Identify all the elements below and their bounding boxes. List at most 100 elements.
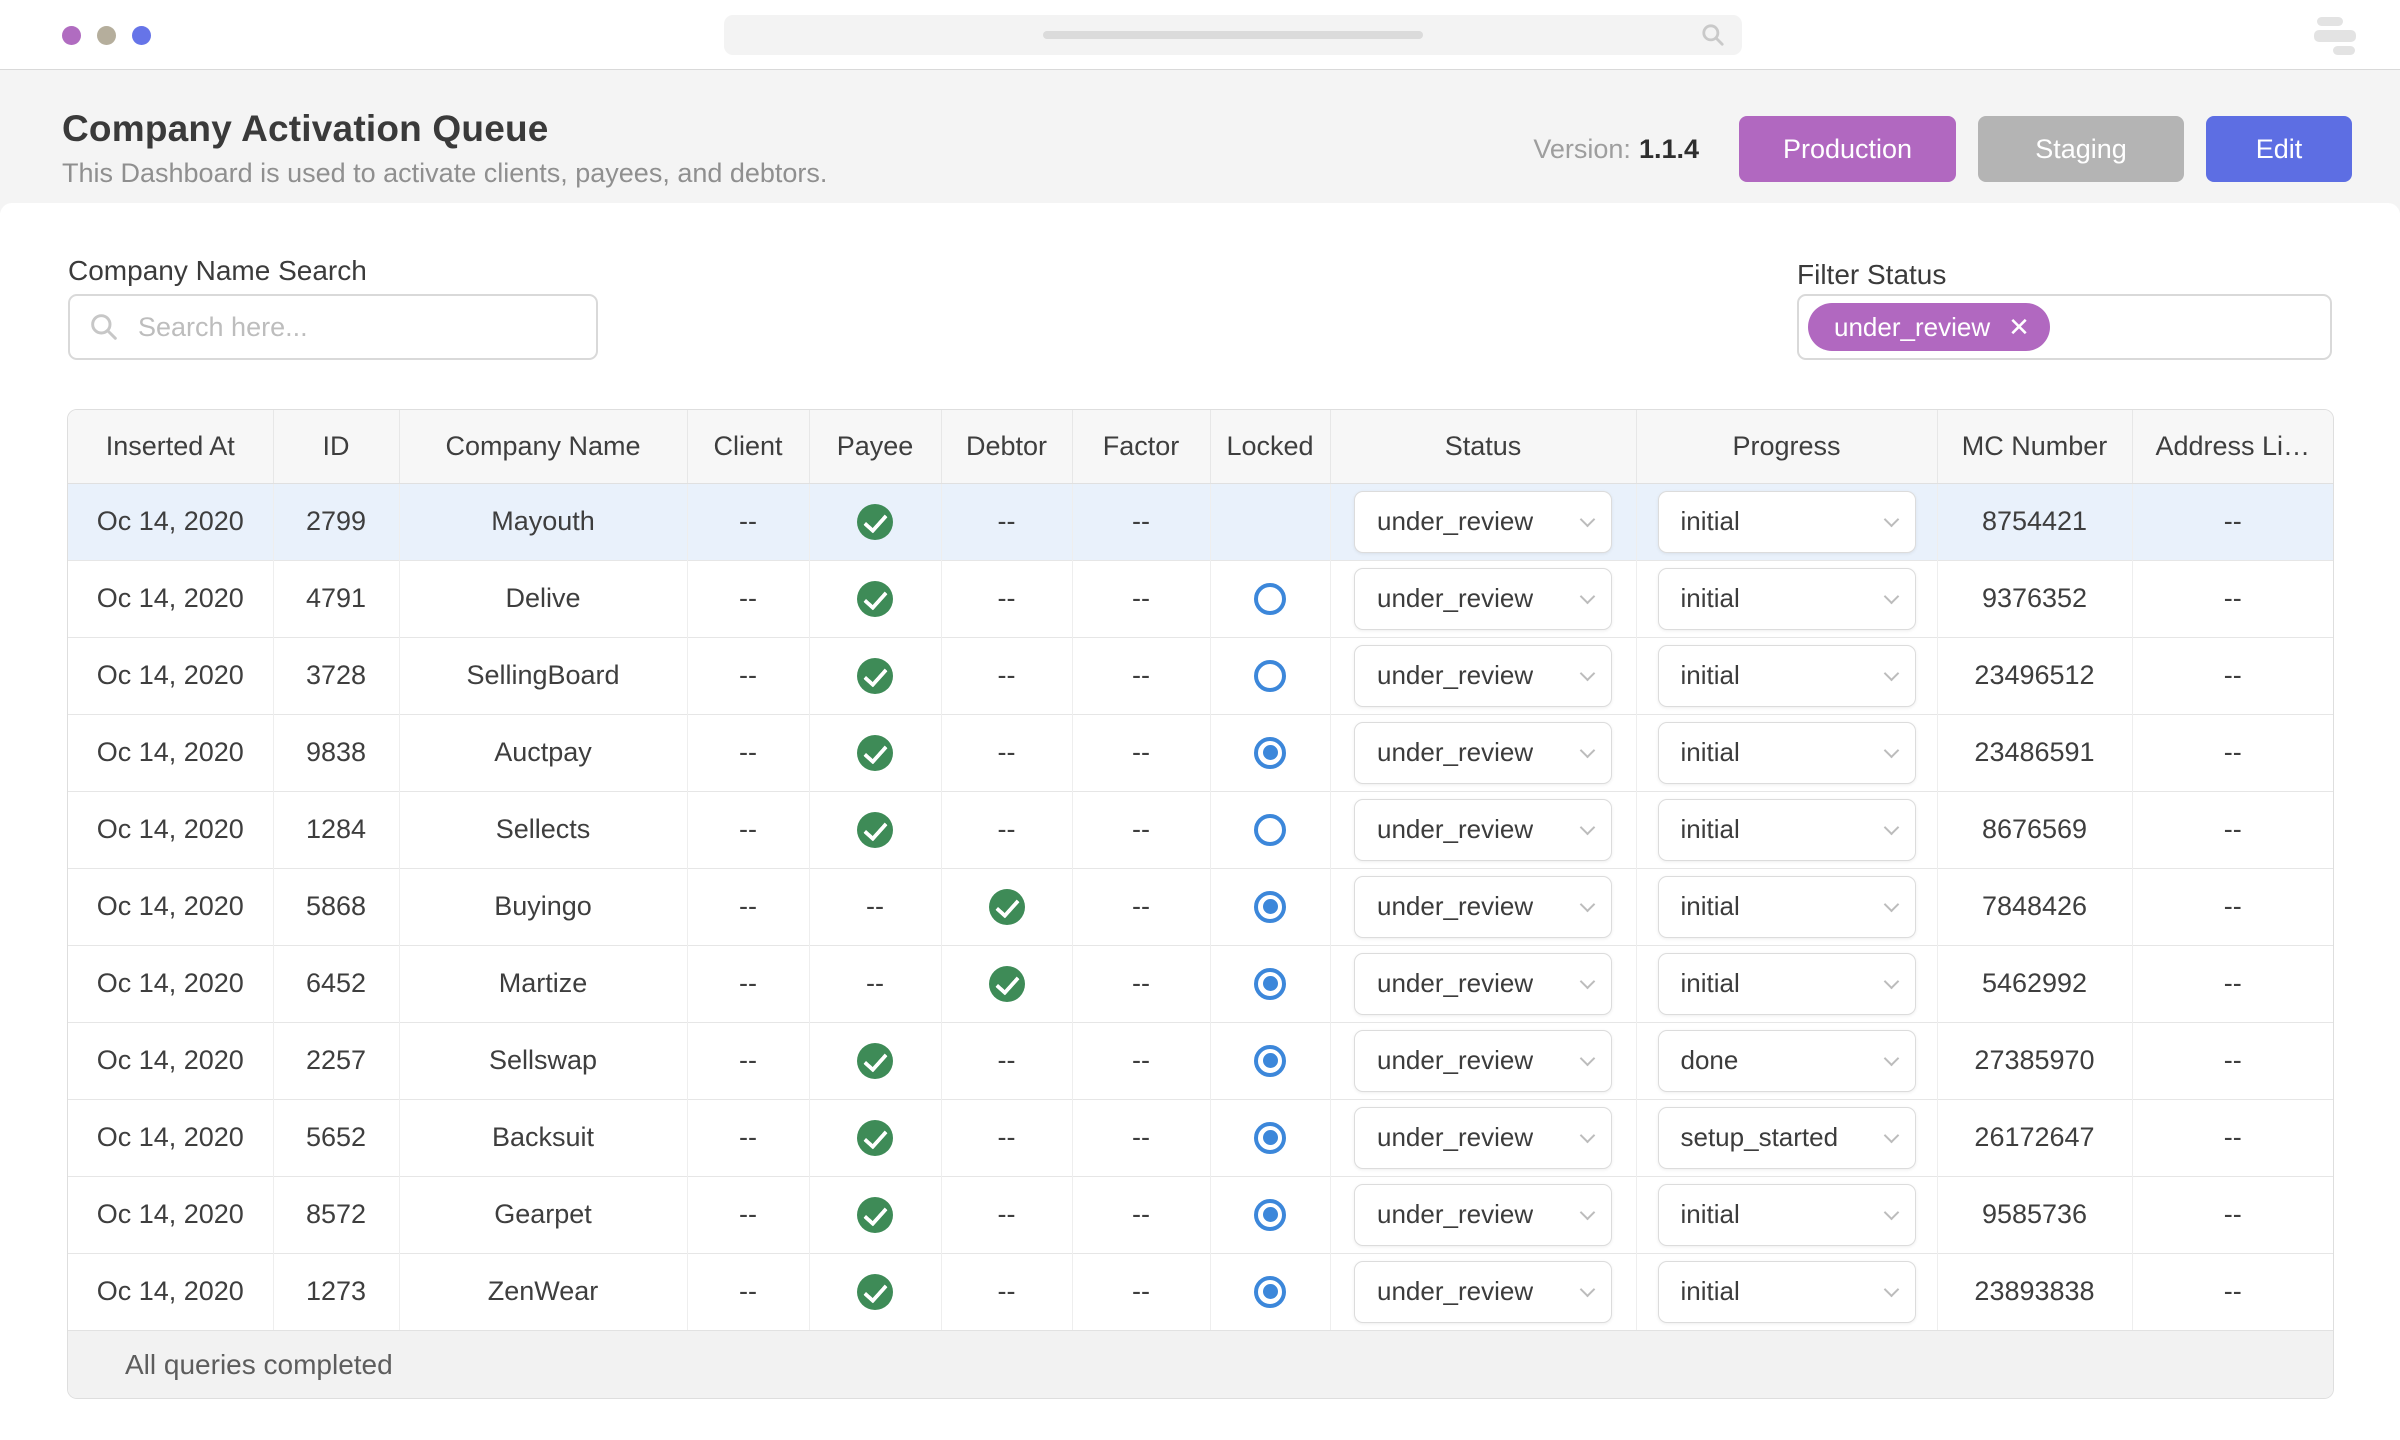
staging-button[interactable]: Staging: [1978, 116, 2184, 182]
status-select[interactable]: under_review: [1354, 798, 1612, 861]
cell-status: under_review: [1330, 1098, 1637, 1176]
locked-radio[interactable]: [1254, 813, 1286, 846]
cell-mc: 8754421: [1937, 483, 2133, 560]
cell-mc: 23893838: [1937, 1252, 2133, 1330]
browser-menu-icon[interactable]: [2314, 17, 2358, 55]
progress-select[interactable]: initial: [1657, 644, 1916, 707]
cell-progress: initial: [1636, 867, 1938, 945]
status-select[interactable]: under_review: [1354, 1183, 1612, 1246]
locked-radio[interactable]: [1254, 736, 1286, 769]
cell-address: --: [2132, 559, 2333, 637]
status-value: under_review: [1377, 968, 1534, 998]
progress-value: initial: [1680, 1199, 1740, 1229]
status-select[interactable]: under_review: [1354, 644, 1612, 707]
cell-locked: [1210, 867, 1331, 945]
status-select[interactable]: under_review: [1354, 490, 1612, 553]
progress-select[interactable]: initial: [1657, 490, 1916, 553]
radio-dot: [1262, 1284, 1278, 1300]
chevron-down-icon: [1579, 665, 1596, 681]
edit-button[interactable]: Edit: [2206, 116, 2352, 182]
cell-factor: --: [1072, 1175, 1211, 1253]
cell-factor: --: [1072, 636, 1211, 714]
cell-status: under_review: [1330, 1021, 1637, 1099]
chevron-down-icon: [1883, 819, 1899, 835]
locked-radio[interactable]: [1254, 659, 1286, 692]
progress-select[interactable]: setup_started: [1657, 1106, 1916, 1169]
progress-select[interactable]: initial: [1657, 567, 1916, 630]
table-status-text: All queries completed: [125, 1348, 393, 1380]
cell-inserted_at: Oc 14, 2020: [68, 1021, 274, 1099]
cell-id: 2257: [273, 1021, 400, 1099]
filter-status-input[interactable]: under_review ✕: [1797, 294, 2332, 360]
chevron-down-icon: [1579, 1050, 1596, 1066]
status-value: under_review: [1377, 1199, 1534, 1229]
progress-select[interactable]: initial: [1657, 1183, 1916, 1246]
radio-dot: [1262, 1053, 1278, 1068]
table-row: Oc 14, 2020 8572 Gearpet -- -- -- under_review…: [68, 1175, 2333, 1253]
progress-select[interactable]: initial: [1657, 798, 1916, 861]
header-cell: Client: [687, 410, 810, 484]
cell-inserted_at: Oc 14, 2020: [68, 790, 274, 868]
check-icon: [857, 1042, 893, 1079]
company-name-search-input[interactable]: [68, 294, 598, 360]
filter-chip-label: under_review: [1834, 311, 1991, 342]
cell-id: 8572: [273, 1175, 400, 1253]
locked-radio[interactable]: [1254, 1198, 1286, 1231]
cell-debtor: --: [941, 1021, 1073, 1099]
progress-select[interactable]: initial: [1657, 1260, 1916, 1323]
cell-locked: [1210, 559, 1331, 637]
cell-inserted_at: Oc 14, 2020: [68, 713, 274, 791]
window-dot-3[interactable]: [132, 26, 151, 45]
cell-client: --: [687, 559, 810, 637]
production-button[interactable]: Production: [1739, 116, 1956, 182]
cell-client: --: [687, 790, 810, 868]
cell-company: Sellects: [399, 790, 688, 868]
locked-radio[interactable]: [1254, 967, 1286, 1000]
cell-locked: [1210, 713, 1331, 791]
cell-address: --: [2132, 790, 2333, 868]
progress-select[interactable]: initial: [1657, 875, 1916, 938]
status-select[interactable]: under_review: [1354, 952, 1612, 1015]
check-icon: [857, 580, 893, 617]
status-value: under_review: [1377, 891, 1534, 921]
check-icon: [988, 965, 1025, 1002]
locked-radio[interactable]: [1254, 890, 1286, 923]
header-cell: Payee: [809, 410, 942, 484]
table-row: Oc 14, 2020 2257 Sellswap -- -- -- under_revie…: [68, 1021, 2333, 1099]
progress-select[interactable]: done: [1657, 1029, 1916, 1092]
address-bar[interactable]: [724, 15, 1742, 55]
cell-address: --: [2132, 636, 2333, 714]
status-select[interactable]: under_review: [1354, 1260, 1612, 1323]
cell-progress: initial: [1636, 1252, 1938, 1330]
window-dot-1[interactable]: [62, 26, 81, 45]
status-select[interactable]: under_review: [1354, 721, 1612, 784]
cell-id: 4791: [273, 559, 400, 637]
progress-select[interactable]: initial: [1657, 721, 1916, 784]
cell-locked: [1210, 1252, 1331, 1330]
table-row: Oc 14, 2020 4791 Delive -- -- -- under_review i…: [68, 559, 2333, 637]
locked-radio[interactable]: [1254, 582, 1286, 615]
close-icon[interactable]: ✕: [2008, 314, 2030, 340]
header-cell: Factor: [1072, 410, 1211, 484]
cell-client: --: [687, 1175, 810, 1253]
company-name-search-label: Company Name Search: [68, 255, 367, 286]
status-select[interactable]: under_review: [1354, 567, 1612, 630]
cell-debtor: --: [941, 1098, 1073, 1176]
locked-radio[interactable]: [1254, 1121, 1286, 1154]
check-icon: [857, 1196, 893, 1233]
locked-radio[interactable]: [1254, 1275, 1286, 1308]
cell-address: --: [2132, 483, 2333, 560]
filter-chip-under-review: under_review ✕: [1808, 303, 2050, 351]
progress-value: initial: [1680, 1276, 1740, 1307]
window-dot-2[interactable]: [97, 26, 116, 45]
progress-value: initial: [1680, 968, 1740, 998]
cell-factor: --: [1072, 1252, 1211, 1330]
cell-company: Buyingo: [399, 867, 688, 945]
status-select[interactable]: under_review: [1354, 875, 1612, 938]
status-select[interactable]: under_review: [1354, 1029, 1612, 1092]
status-value: under_review: [1377, 583, 1534, 613]
progress-select[interactable]: initial: [1657, 952, 1916, 1015]
locked-radio[interactable]: [1254, 1044, 1286, 1077]
status-select[interactable]: under_review: [1354, 1106, 1612, 1169]
status-value: under_review: [1377, 814, 1534, 844]
